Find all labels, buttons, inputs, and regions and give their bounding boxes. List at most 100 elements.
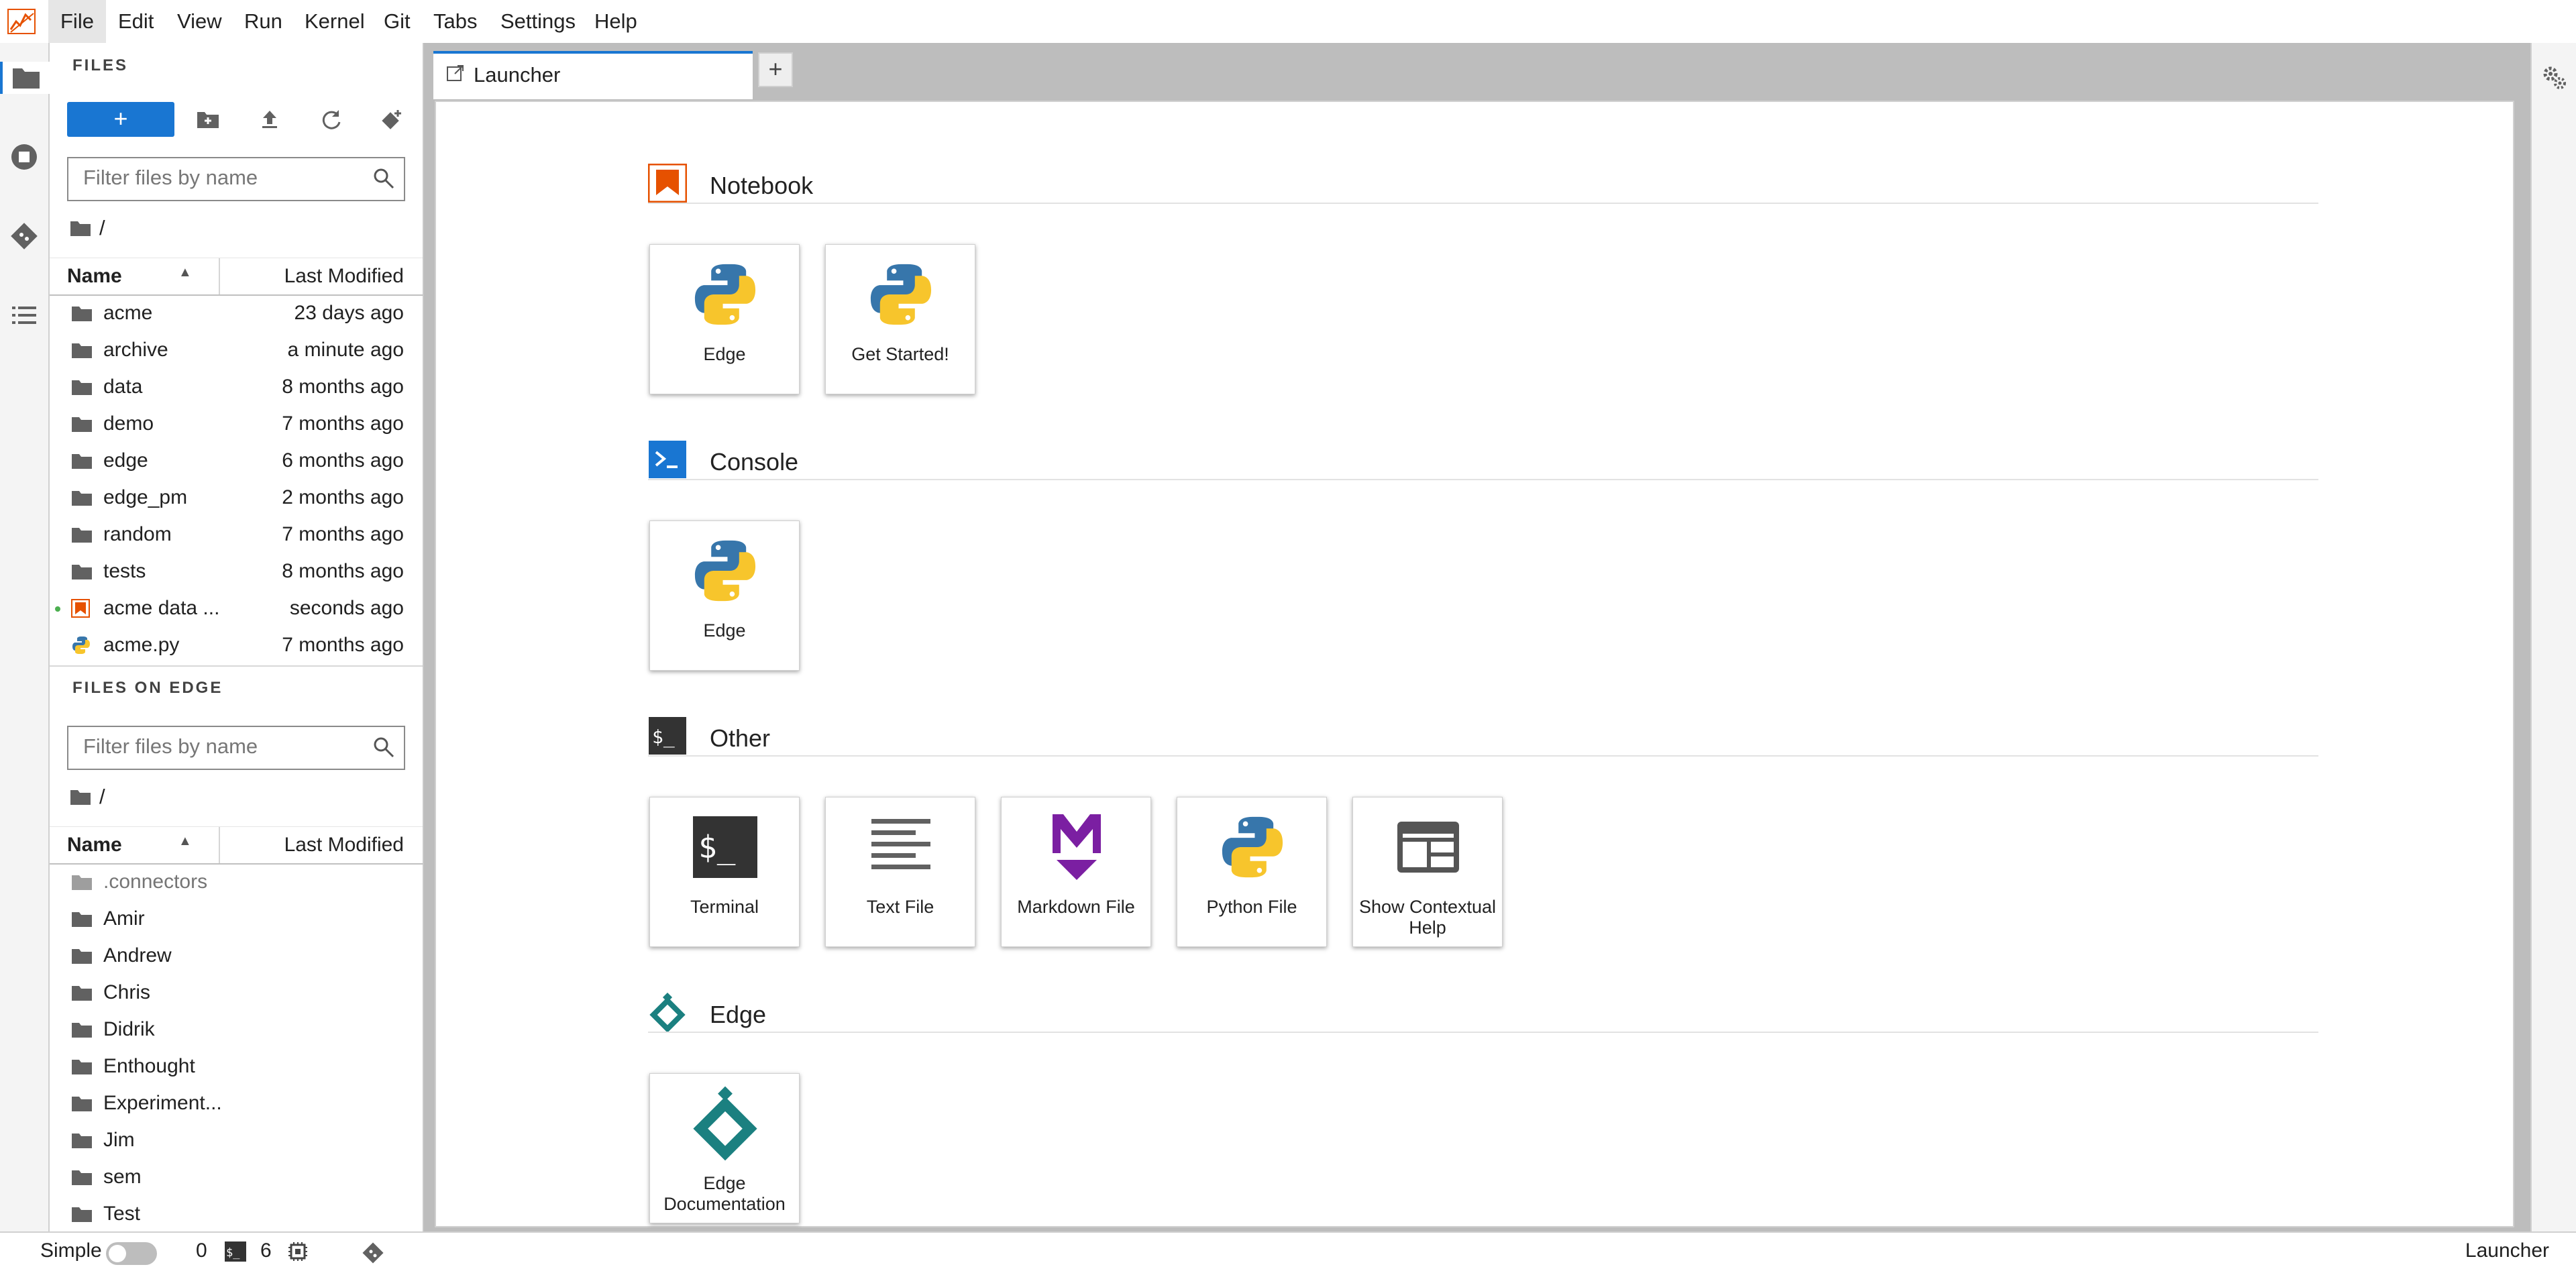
file-filter-input[interactable] — [68, 158, 380, 197]
list-item[interactable]: data 8 months ago — [50, 369, 423, 406]
name-column-header[interactable]: Name — [67, 834, 122, 856]
list-item[interactable]: Experiment... — [50, 1085, 423, 1122]
breadcrumb-root[interactable]: / — [99, 785, 105, 809]
kernel-status-icon[interactable] — [287, 1241, 309, 1268]
launcher-card-python-file[interactable]: Python File — [1177, 797, 1327, 947]
launcher-card-markdown-file[interactable]: Markdown File — [1001, 797, 1151, 947]
main-dock-area: Notebook Edge Get Started! Console Edge — [424, 101, 2530, 1231]
tab-launcher[interactable]: Launcher — [433, 51, 753, 99]
name-column-header[interactable]: Name — [67, 265, 122, 288]
search-icon — [374, 168, 394, 189]
list-item[interactable]: Enthought — [50, 1048, 423, 1085]
list-item[interactable]: Didrik — [50, 1011, 423, 1048]
toggle-knob — [109, 1245, 126, 1262]
list-item[interactable]: Amir — [50, 901, 423, 938]
list-item[interactable]: edge_pm 2 months ago — [50, 480, 423, 516]
menu-tabs[interactable]: Tabs — [429, 9, 481, 34]
list-icon — [12, 307, 36, 324]
file-list-header: Name ▲ Last Modified — [50, 258, 423, 296]
new-launcher-button[interactable]: + — [67, 102, 174, 137]
launcher-card-notebook-edge[interactable]: Edge — [649, 244, 800, 394]
sort-ascending-icon: ▲ — [178, 265, 192, 280]
upload-icon[interactable] — [256, 106, 283, 133]
file-name: acme.py — [103, 634, 180, 656]
terminals-count[interactable]: 6 — [260, 1239, 272, 1262]
running-sessions-tab[interactable] — [8, 141, 40, 173]
left-activity-bar — [0, 43, 50, 1231]
launcher-card-text-file[interactable]: Text File — [825, 797, 975, 947]
git-tab[interactable] — [8, 220, 40, 252]
edge-logo-icon — [688, 1086, 763, 1161]
list-item[interactable]: Test — [50, 1196, 423, 1233]
folder-icon — [71, 560, 95, 583]
edge-filter-input[interactable] — [68, 727, 380, 766]
launcher-section-edge: Edge — [648, 989, 2318, 1033]
list-item[interactable]: Andrew — [50, 938, 423, 975]
table-of-contents-tab[interactable] — [8, 299, 40, 331]
property-inspector-tab[interactable] — [2541, 64, 2568, 91]
folder-icon[interactable] — [70, 788, 91, 806]
svg-text:$_: $_ — [652, 726, 675, 749]
gears-icon — [2543, 66, 2566, 89]
new-folder-icon[interactable] — [195, 106, 221, 133]
menu-kernel[interactable]: Kernel — [301, 9, 369, 34]
status-bar: Simple 0 $_ 6 Launcher — [0, 1231, 2576, 1271]
launcher-card-contextual-help[interactable]: Show Contextual Help — [1352, 797, 1503, 947]
column-divider[interactable] — [219, 258, 220, 294]
modified-column-header[interactable]: Last Modified — [284, 265, 404, 288]
list-item[interactable]: Jim — [50, 1122, 423, 1159]
terminal-icon: $_ — [688, 810, 763, 885]
list-item[interactable]: .connectors — [50, 864, 423, 901]
file-name: Test — [103, 1203, 141, 1225]
column-divider[interactable] — [219, 827, 220, 863]
add-tab-button[interactable]: + — [758, 52, 793, 87]
menu-git[interactable]: Git — [380, 9, 415, 34]
launcher-section-other: $_ Other — [648, 712, 2318, 757]
menu-help[interactable]: Help — [590, 9, 641, 34]
notebook-icon — [648, 164, 687, 203]
refresh-icon[interactable] — [318, 106, 345, 133]
git-icon[interactable] — [361, 1241, 385, 1270]
list-item[interactable]: random 7 months ago — [50, 516, 423, 553]
menu-file[interactable]: File — [48, 0, 106, 43]
list-item[interactable]: tests 8 months ago — [50, 553, 423, 590]
folder-icon — [71, 302, 95, 325]
kernels-count[interactable]: 0 — [196, 1239, 207, 1262]
file-browser-panel: FILES + / Name ▲ Last Modified acme 23 d… — [50, 43, 424, 1231]
section-title: Edge — [710, 1001, 767, 1028]
launcher-section-notebook: Notebook — [648, 160, 2318, 204]
launcher-card-get-started[interactable]: Get Started! — [825, 244, 975, 394]
launcher-card-console-edge[interactable]: Edge — [649, 520, 800, 671]
folder-icon[interactable] — [70, 219, 91, 237]
list-item[interactable]: edge 6 months ago — [50, 443, 423, 480]
simple-mode-toggle[interactable] — [106, 1242, 157, 1265]
python-icon — [1215, 810, 1290, 885]
breadcrumb-root[interactable]: / — [99, 216, 105, 240]
menu-run[interactable]: Run — [240, 9, 286, 34]
file-browser-tab[interactable] — [0, 62, 50, 94]
menu-settings[interactable]: Settings — [496, 9, 580, 34]
menu-bar: File Edit View Run Kernel Git Tabs Setti… — [0, 0, 2576, 44]
launcher-card-edge-documentation[interactable]: Edge Documentation — [649, 1073, 800, 1223]
git-clone-icon[interactable] — [378, 106, 405, 133]
list-item[interactable]: Chris — [50, 975, 423, 1011]
menu-edit[interactable]: Edit — [114, 9, 158, 34]
file-name: tests — [103, 560, 146, 582]
list-item[interactable]: sem — [50, 1159, 423, 1196]
launcher-card-terminal[interactable]: $_ Terminal — [649, 797, 800, 947]
modified-column-header[interactable]: Last Modified — [284, 834, 404, 856]
python-icon — [71, 634, 95, 657]
list-item[interactable]: archive a minute ago — [50, 332, 423, 369]
file-name: Enthought — [103, 1055, 195, 1077]
list-item[interactable]: acme.py 7 months ago — [50, 627, 423, 664]
list-item[interactable]: acme 23 days ago — [50, 295, 423, 332]
file-modified: 6 months ago — [282, 449, 404, 472]
menu-view[interactable]: View — [173, 9, 226, 34]
file-name: demo — [103, 412, 154, 435]
list-item[interactable]: demo 7 months ago — [50, 406, 423, 443]
folder-icon — [71, 1055, 95, 1078]
list-item[interactable]: acme data ... seconds ago — [50, 590, 423, 627]
simple-mode-label: Simple — [40, 1239, 102, 1262]
folder-icon — [71, 376, 95, 398]
file-name: Experiment... — [103, 1092, 222, 1114]
